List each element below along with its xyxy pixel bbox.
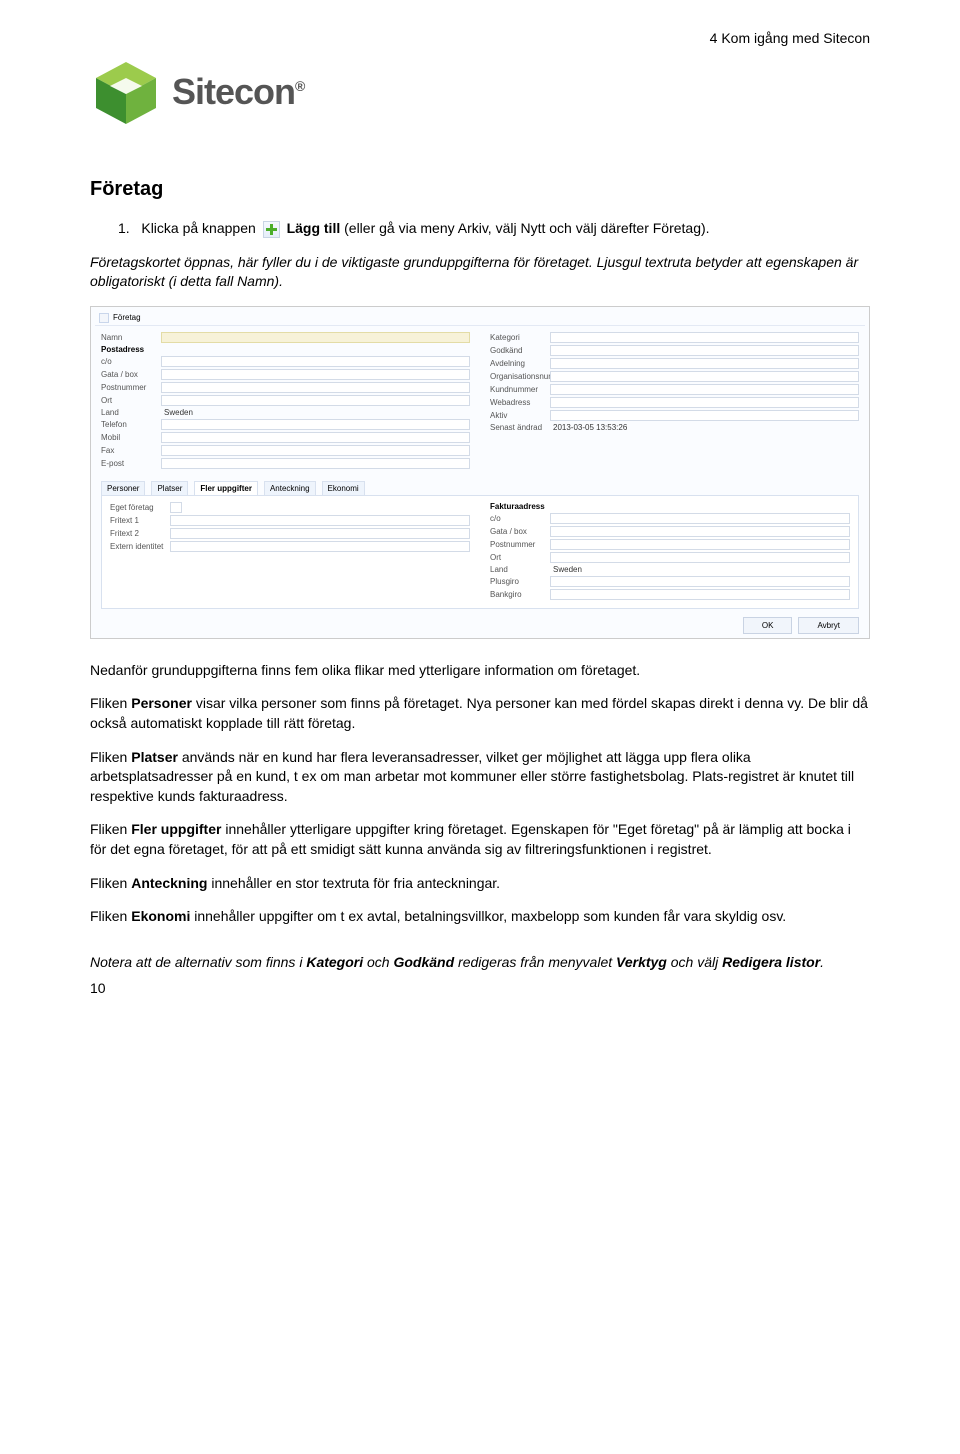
window-title: Företag bbox=[113, 313, 141, 322]
lbl-orgnr: Organisationsnummer bbox=[490, 372, 550, 381]
lbl-bankgiro: Bankgiro bbox=[490, 590, 550, 599]
field-ort-right[interactable] bbox=[550, 552, 850, 563]
field-land-right[interactable]: Sweden bbox=[550, 565, 850, 574]
lbl-aktiv: Aktiv bbox=[490, 411, 550, 420]
lbl-postnr-left: Postnummer bbox=[101, 383, 161, 392]
field-godkand[interactable] bbox=[550, 345, 859, 356]
lbl-mobil: Mobil bbox=[101, 433, 161, 442]
field-avdelning[interactable] bbox=[550, 358, 859, 369]
lbl-co-left: c/o bbox=[101, 357, 161, 366]
lbl-gata-right: Gata / box bbox=[490, 527, 550, 536]
field-land-left[interactable]: Sweden bbox=[161, 408, 470, 417]
lbl-plusgiro: Plusgiro bbox=[490, 577, 550, 586]
registered-mark: ® bbox=[295, 78, 304, 94]
field-extern[interactable] bbox=[170, 541, 470, 552]
ok-button[interactable]: OK bbox=[743, 617, 793, 634]
lbl-postnr-right: Postnummer bbox=[490, 540, 550, 549]
lbl-fritext2: Fritext 2 bbox=[110, 529, 170, 538]
lbl-fakturaadress: Fakturaadress bbox=[490, 502, 550, 511]
lbl-fritext1: Fritext 1 bbox=[110, 516, 170, 525]
lbl-kundnr: Kundnummer bbox=[490, 385, 550, 394]
para-ekonomi: Fliken Ekonomi innehåller uppgifter om t… bbox=[90, 907, 870, 927]
logo-icon bbox=[90, 56, 162, 128]
lbl-avdelning: Avdelning bbox=[490, 359, 550, 368]
lbl-gata-left: Gata / box bbox=[101, 370, 161, 379]
lbl-ort-left: Ort bbox=[101, 396, 161, 405]
field-namn[interactable] bbox=[161, 332, 470, 343]
para-below-grund: Nedanför grunduppgifterna finns fem olik… bbox=[90, 661, 870, 681]
field-mobil[interactable] bbox=[161, 432, 470, 443]
tab-ekonomi[interactable]: Ekonomi bbox=[322, 481, 365, 495]
lbl-senast: Senast ändrad bbox=[490, 423, 550, 432]
field-senast: 2013-03-05 13:53:26 bbox=[550, 423, 859, 432]
form-left-column: Namn Postadress c/o Gata / box Postnumme… bbox=[101, 332, 470, 471]
field-webadress[interactable] bbox=[550, 397, 859, 408]
field-epost[interactable] bbox=[161, 458, 470, 469]
lbl-fax: Fax bbox=[101, 446, 161, 455]
field-fritext1[interactable] bbox=[170, 515, 470, 526]
para-fler: Fliken Fler uppgifter innehåller ytterli… bbox=[90, 820, 870, 859]
field-gata-left[interactable] bbox=[161, 369, 470, 380]
field-bankgiro[interactable] bbox=[550, 589, 850, 600]
window-titlebar: Företag bbox=[95, 311, 865, 326]
cancel-button[interactable]: Avbryt bbox=[798, 617, 859, 634]
para-anteckning: Fliken Anteckning innehåller en stor tex… bbox=[90, 874, 870, 894]
lbl-ort-right: Ort bbox=[490, 553, 550, 562]
logo-text: Sitecon® bbox=[172, 71, 304, 113]
checkbox-eget[interactable] bbox=[170, 502, 182, 513]
field-co-left[interactable] bbox=[161, 356, 470, 367]
tab-personer[interactable]: Personer bbox=[101, 481, 145, 495]
lbl-godkand: Godkänd bbox=[490, 346, 550, 355]
field-telefon[interactable] bbox=[161, 419, 470, 430]
field-aktiv[interactable] bbox=[550, 410, 859, 421]
para-platser: Fliken Platser används när en kund har f… bbox=[90, 748, 870, 807]
lbl-namn: Namn bbox=[101, 333, 161, 342]
lbl-co-right: c/o bbox=[490, 514, 550, 523]
window-icon bbox=[99, 313, 109, 323]
lbl-kategori: Kategori bbox=[490, 333, 550, 342]
field-ort-left[interactable] bbox=[161, 395, 470, 406]
field-fax[interactable] bbox=[161, 445, 470, 456]
field-plusgiro[interactable] bbox=[550, 576, 850, 587]
field-postnr-left[interactable] bbox=[161, 382, 470, 393]
page-number: 10 bbox=[90, 980, 106, 996]
tab-anteckning[interactable]: Anteckning bbox=[264, 481, 316, 495]
chapter-header: 4 Kom igång med Sitecon bbox=[90, 30, 870, 46]
lbl-extern: Extern identitet bbox=[110, 542, 170, 551]
lbl-land-left: Land bbox=[101, 408, 161, 417]
lbl-eget: Eget företag bbox=[110, 503, 170, 512]
field-postnr-right[interactable] bbox=[550, 539, 850, 550]
field-fritext2[interactable] bbox=[170, 528, 470, 539]
lbl-land-right: Land bbox=[490, 565, 550, 574]
field-co-right[interactable] bbox=[550, 513, 850, 524]
lower-panel: Eget företag Fritext 1 Fritext 2 Extern … bbox=[101, 495, 859, 609]
plus-icon bbox=[263, 221, 280, 238]
step-1: 1. Klicka på knappen Lägg till (eller gå… bbox=[118, 219, 870, 239]
lbl-webadress: Webadress bbox=[490, 398, 550, 407]
lbl-telefon: Telefon bbox=[101, 420, 161, 429]
logo-block: Sitecon® bbox=[90, 56, 870, 128]
lbl-postadress: Postadress bbox=[101, 345, 161, 354]
tab-fler-uppgifter[interactable]: Fler uppgifter bbox=[194, 481, 258, 495]
screenshot-company-form: Företag Namn Postadress c/o Gata / box P… bbox=[90, 306, 870, 639]
para-personer: Fliken Personer visar vilka personer som… bbox=[90, 694, 870, 733]
tab-platser[interactable]: Platser bbox=[151, 481, 188, 495]
section-title: Företag bbox=[90, 178, 870, 201]
field-gata-right[interactable] bbox=[550, 526, 850, 537]
field-kundnr[interactable] bbox=[550, 384, 859, 395]
form-right-column: Kategori Godkänd Avdelning Organisations… bbox=[490, 332, 859, 471]
field-orgnr[interactable] bbox=[550, 371, 859, 382]
intro-paragraph: Företagskortet öppnas, här fyller du i d… bbox=[90, 253, 870, 292]
tabs-row: Personer Platser Fler uppgifter Anteckni… bbox=[101, 481, 859, 495]
field-kategori[interactable] bbox=[550, 332, 859, 343]
lbl-epost: E-post bbox=[101, 459, 161, 468]
note-paragraph: Notera att de alternativ som finns i Kat… bbox=[90, 953, 870, 973]
